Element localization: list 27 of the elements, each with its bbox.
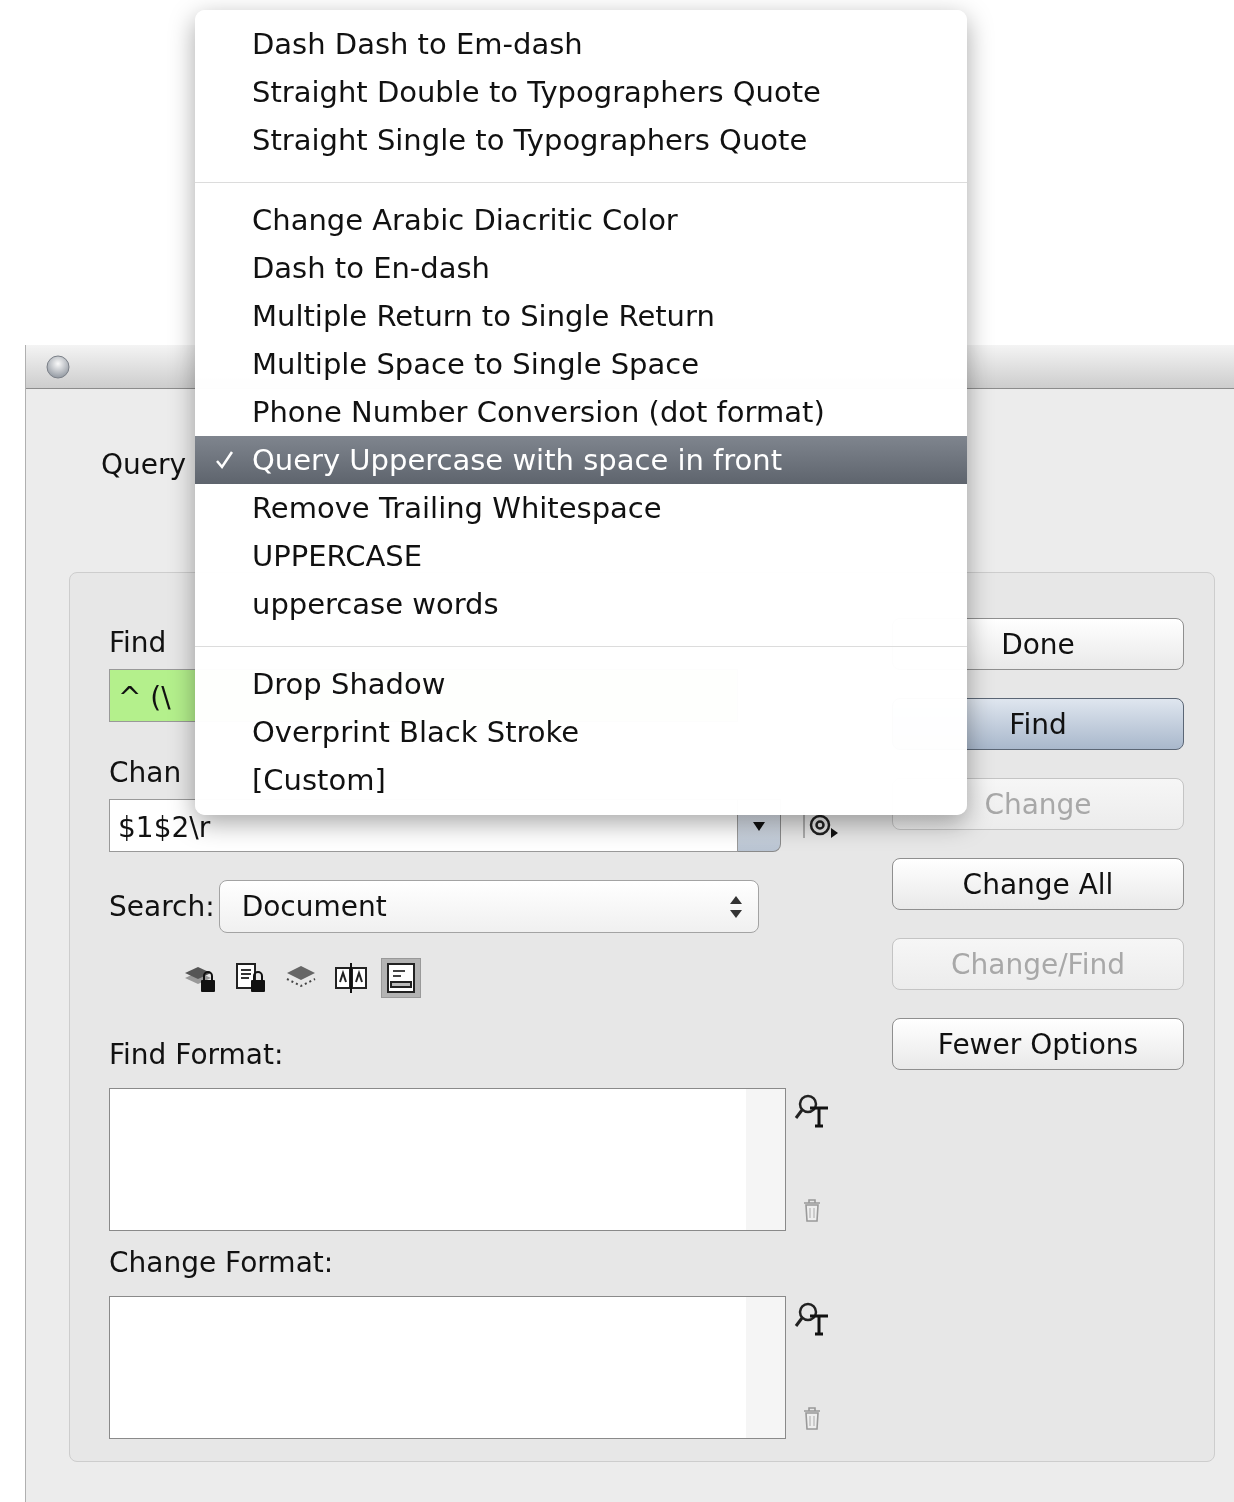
change-to-label: Chan bbox=[109, 755, 182, 791]
find-format-label: Find Format: bbox=[109, 1037, 284, 1073]
dialog-button[interactable]: Change All bbox=[892, 858, 1184, 910]
caret-icon bbox=[752, 819, 766, 832]
query-label: Query bbox=[101, 447, 187, 483]
search-label: Search: bbox=[109, 888, 215, 925]
dialog-button[interactable]: Fewer Options bbox=[892, 1018, 1184, 1070]
window-close-button[interactable] bbox=[46, 355, 70, 379]
menu-item[interactable]: Multiple Return to Single Return bbox=[195, 292, 967, 340]
menu-item[interactable]: Change Arabic Diacritic Color bbox=[195, 196, 967, 244]
find-what-label: Find bbox=[109, 625, 167, 661]
magnifier-icon[interactable] bbox=[794, 1300, 830, 1336]
menu-item[interactable]: Dash Dash to Em-dash bbox=[195, 20, 967, 68]
menu-item[interactable]: Straight Double to Typographers Quote bbox=[195, 68, 967, 116]
menu-item[interactable]: Phone Number Conversion (dot format) bbox=[195, 388, 967, 436]
menu-item[interactable]: Straight Single to Typographers Quote bbox=[195, 116, 967, 164]
magnifier-icon[interactable] bbox=[794, 1092, 830, 1128]
menu-item[interactable]: Query Uppercase with space in front bbox=[195, 436, 967, 484]
search-option-toggle[interactable] bbox=[381, 958, 421, 998]
search-select[interactable]: Document bbox=[218, 880, 759, 933]
open-book-icon bbox=[333, 960, 369, 996]
menu-item[interactable]: Remove Trailing Whitespace bbox=[195, 484, 967, 532]
change-format-label: Change Format: bbox=[109, 1245, 334, 1281]
menu-item[interactable]: UPPERCASE bbox=[195, 532, 967, 580]
check-icon bbox=[215, 450, 235, 470]
menu-item[interactable]: Dash to En-dash bbox=[195, 244, 967, 292]
menu-item[interactable]: Multiple Space to Single Space bbox=[195, 340, 967, 388]
